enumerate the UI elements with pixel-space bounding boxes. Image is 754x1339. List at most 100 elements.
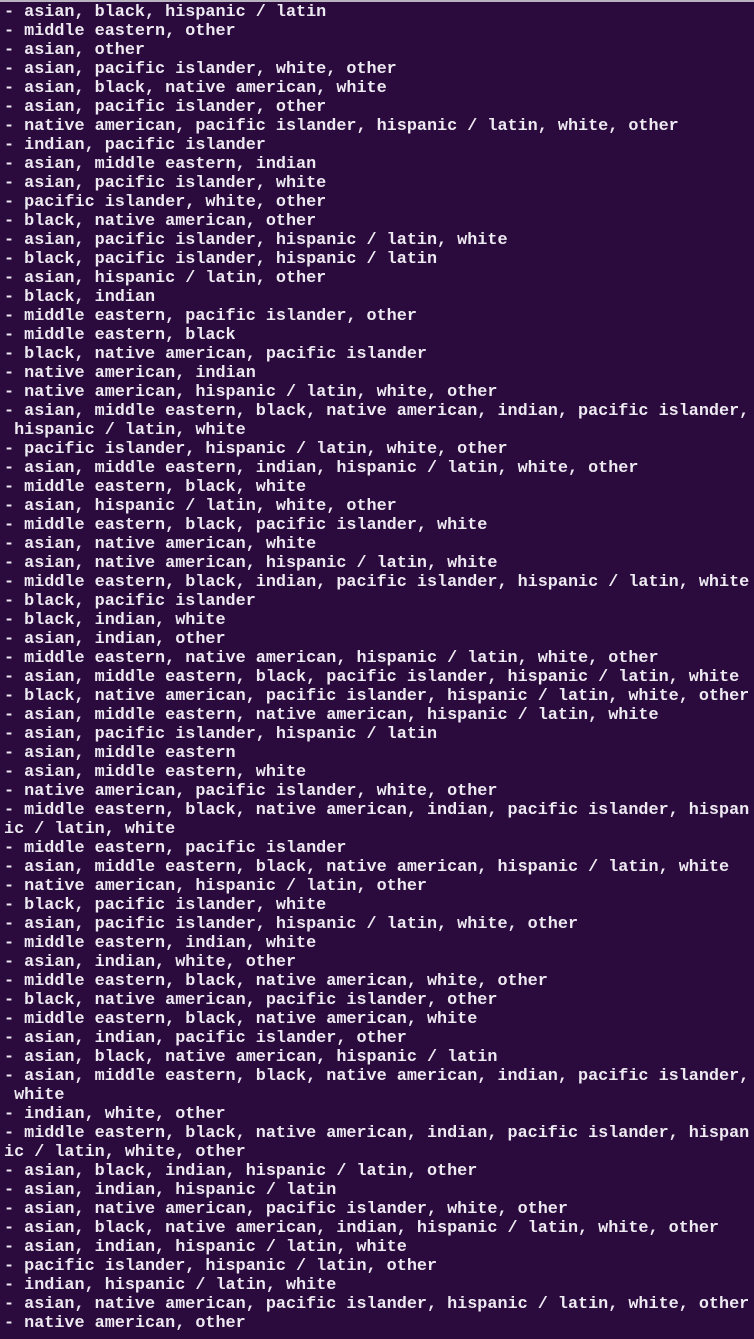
output-line: - asian, native american, hispanic / lat…	[4, 554, 754, 573]
output-line-segment: - asian, hispanic / latin, other	[4, 269, 327, 288]
output-line-segment: ic / latin, white, other	[4, 1143, 246, 1162]
output-line-segment: - black, indian, white	[4, 611, 226, 630]
output-line: - native american, pacific islander, whi…	[4, 782, 754, 801]
output-line-segment: - middle eastern, black, native american…	[4, 1010, 478, 1029]
output-line: - middle eastern, black, native american…	[4, 1010, 754, 1029]
output-line: - indian, hispanic / latin, white	[4, 1276, 754, 1295]
output-line: - asian, black, native american, indian,…	[4, 1219, 754, 1238]
output-line: - black, indian, white	[4, 611, 754, 630]
output-line: - middle eastern, black, white	[4, 478, 754, 497]
output-line-segment: hispanic / latin, white	[4, 421, 246, 440]
output-line-segment: - middle eastern, other	[4, 22, 236, 41]
output-line-segment: - asian, black, hispanic / latin	[4, 3, 327, 22]
output-line: - asian, indian, pacific islander, other	[4, 1029, 754, 1048]
output-line: - asian, black, indian, hispanic / latin…	[4, 1162, 754, 1181]
output-line: - black, native american, other	[4, 212, 754, 231]
output-line-segment: - asian, pacific islander, white, other	[4, 60, 397, 79]
output-line: - middle eastern, native american, hispa…	[4, 649, 754, 668]
output-line: - asian, indian, hispanic / latin	[4, 1181, 754, 1200]
output-line: - asian, middle eastern, indian	[4, 155, 754, 174]
output-line-segment: - black, indian	[4, 288, 156, 307]
output-line-segment: - asian, middle eastern, native american…	[4, 706, 659, 725]
output-line-segment: - indian, white, other	[4, 1105, 226, 1124]
output-line-segment: - asian, middle eastern, black, native a…	[4, 402, 750, 421]
output-line-segment: - asian, pacific islander, white	[4, 174, 327, 193]
output-line: - black, native american, pacific island…	[4, 991, 754, 1010]
output-line-segment: - native american, other	[4, 1314, 246, 1333]
output-line-segment: - middle eastern, black, native american…	[4, 1124, 750, 1143]
output-line-segment: - black, native american, pacific island…	[4, 687, 750, 706]
output-line: - middle eastern, black, indian, pacific…	[4, 573, 754, 592]
output-line: - asian, indian, other	[4, 630, 754, 649]
output-line-segment: - asian, indian, pacific islander, other	[4, 1029, 407, 1048]
output-line: - middle eastern, black, pacific islande…	[4, 516, 754, 535]
output-line-segment: - native american, hispanic / latin, whi…	[4, 383, 498, 402]
output-line: - asian, pacific islander, hispanic / la…	[4, 915, 754, 934]
output-line-segment: - asian, native american, pacific island…	[4, 1200, 568, 1219]
output-line-segment: - black, pacific islander, white	[4, 896, 327, 915]
output-line-segment: - asian, indian, other	[4, 630, 226, 649]
output-line-segment: - asian, middle eastern, black, pacific …	[4, 668, 740, 687]
output-line: - asian, middle eastern	[4, 744, 754, 763]
output-line: - asian, middle eastern, black, native a…	[4, 402, 754, 440]
output-line-segment: - black, native american, other	[4, 212, 317, 231]
terminal-output: - asian, black, hispanic / latin - middle…	[0, 2, 754, 1333]
output-line-segment: - asian, black, native american, white	[4, 79, 387, 98]
output-line-segment: - asian, other	[4, 41, 145, 60]
output-line: - black, indian	[4, 288, 754, 307]
output-line: - native american, hispanic / latin, whi…	[4, 383, 754, 402]
output-line: - middle eastern, pacific islander, othe…	[4, 307, 754, 326]
output-line: - native american, hispanic / latin, oth…	[4, 877, 754, 896]
output-line-segment: - asian, pacific islander, hispanic / la…	[4, 231, 508, 250]
output-line-segment: - asian, hispanic / latin, white, other	[4, 497, 397, 516]
output-line: - asian, pacific islander, other	[4, 98, 754, 117]
output-line: - asian, middle eastern, native american…	[4, 706, 754, 725]
output-line-segment: - native american, pacific islander, whi…	[4, 782, 498, 801]
output-line-segment: - middle eastern, black	[4, 326, 236, 345]
output-line: - asian, middle eastern, black, pacific …	[4, 668, 754, 687]
output-line: - pacific islander, hispanic / latin, wh…	[4, 440, 754, 459]
output-line-segment: - black, pacific islander, hispanic / la…	[4, 250, 438, 269]
output-line: - native american, pacific islander, his…	[4, 117, 754, 136]
output-line-segment: ic / latin, white	[4, 820, 176, 839]
output-line: - asian, middle eastern, indian, hispani…	[4, 459, 754, 478]
output-line: - middle eastern, pacific islander	[4, 839, 754, 858]
output-line-segment: - asian, middle eastern, indian, hispani…	[4, 459, 639, 478]
output-line: - asian, black, native american, white	[4, 79, 754, 98]
output-line-segment: - asian, pacific islander, hispanic / la…	[4, 915, 579, 934]
output-line-segment: - black, native american, pacific island…	[4, 991, 498, 1010]
output-line: - asian, middle eastern, black, native a…	[4, 858, 754, 877]
output-line: - asian, middle eastern, white	[4, 763, 754, 782]
output-line-segment: white	[4, 1086, 65, 1105]
output-line-segment: - indian, hispanic / latin, white	[4, 1276, 337, 1295]
output-line-segment: - middle eastern, pacific islander	[4, 839, 347, 858]
output-line-segment: - native american, hispanic / latin, oth…	[4, 877, 427, 896]
output-line: - asian, hispanic / latin, white, other	[4, 497, 754, 516]
output-line-segment: - asian, black, indian, hispanic / latin…	[4, 1162, 478, 1181]
output-line: - black, native american, pacific island…	[4, 687, 754, 706]
output-line-segment: - black, native american, pacific island…	[4, 345, 427, 364]
output-line: - asian, pacific islander, white	[4, 174, 754, 193]
output-line: - pacific islander, hispanic / latin, ot…	[4, 1257, 754, 1276]
output-line: - asian, native american, pacific island…	[4, 1200, 754, 1219]
output-line-segment: - middle eastern, black, native american…	[4, 801, 750, 820]
output-line-segment: - asian, middle eastern, black, native a…	[4, 1067, 750, 1086]
output-line: - black, native american, pacific island…	[4, 345, 754, 364]
output-line: - asian, black, native american, hispani…	[4, 1048, 754, 1067]
output-line: - middle eastern, other	[4, 22, 754, 41]
output-line-segment: - asian, middle eastern, white	[4, 763, 307, 782]
output-line-segment: - asian, middle eastern	[4, 744, 236, 763]
output-line: - asian, native american, white	[4, 535, 754, 554]
output-line: - middle eastern, black, native american…	[4, 972, 754, 991]
output-line: - indian, white, other	[4, 1105, 754, 1124]
output-line: - black, pacific islander, hispanic / la…	[4, 250, 754, 269]
output-line: - asian, middle eastern, black, native a…	[4, 1067, 754, 1105]
output-line-segment: - asian, black, native american, hispani…	[4, 1048, 498, 1067]
output-line-segment: - native american, pacific islander, his…	[4, 117, 679, 136]
output-line: - middle eastern, black, native american…	[4, 801, 754, 839]
output-line: - asian, black, hispanic / latin	[4, 3, 754, 22]
output-line: - asian, hispanic / latin, other	[4, 269, 754, 288]
output-line-segment: - asian, native american, white	[4, 535, 317, 554]
output-line: - asian, indian, white, other	[4, 953, 754, 972]
output-line-segment: - middle eastern, black, pacific islande…	[4, 516, 488, 535]
